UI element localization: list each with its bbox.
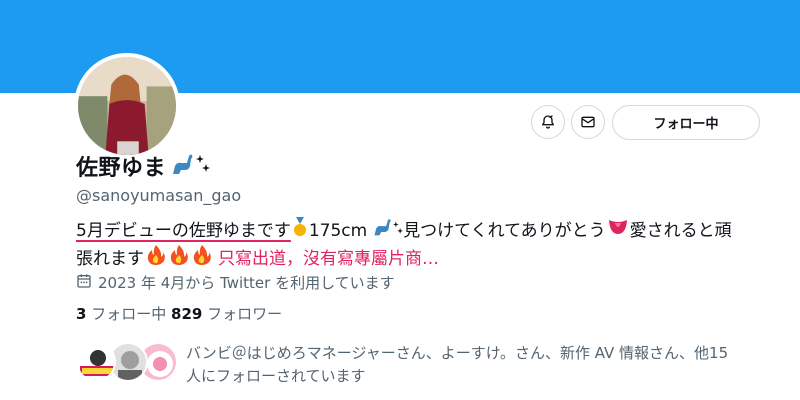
- profile-handle: @sanoyumasan_gao: [76, 186, 242, 205]
- profile-avatar[interactable]: [74, 53, 180, 159]
- fire-emoji: [146, 244, 166, 273]
- joined-date: 2023 年 4月から Twitter を利用しています: [76, 272, 395, 293]
- avatar-photo: [78, 57, 176, 155]
- display-name: 佐野ゆま: [76, 156, 167, 181]
- followers-count: 829: [171, 305, 203, 323]
- fire-emoji: [169, 244, 189, 273]
- profile-stats: 3 フォロー中 829 フォロワー: [76, 303, 282, 324]
- following-label: フォロー中: [91, 305, 167, 323]
- mail-icon: [581, 116, 595, 128]
- bio-debut-text: 5月デビューの佐野ゆまです: [76, 220, 291, 241]
- following-link[interactable]: 3 フォロー中: [76, 305, 166, 323]
- notify-bell-icon: [542, 115, 554, 129]
- profile-bio: 5月デビューの佐野ゆまです 175cm 見つけてくれてありがとう 愛されると頑 …: [76, 217, 776, 273]
- message-button[interactable]: [571, 105, 605, 139]
- joined-text: 2023 年 4月から Twitter を利用しています: [98, 274, 395, 292]
- bio-thanks: 見つけてくれてありがとう: [403, 220, 606, 241]
- fire-emoji: [192, 244, 212, 273]
- follower-avatars: [76, 340, 180, 388]
- bio-height: 175cm: [308, 220, 368, 241]
- calendar-icon: [76, 273, 92, 293]
- followers-you-know-line2: 人にフォローされています: [186, 367, 366, 385]
- sparkle-emoji: [393, 219, 404, 243]
- notify-button[interactable]: [531, 105, 565, 139]
- dinosaur-emoji: [169, 152, 195, 180]
- followers-you-know-text: バンビ＠はじめろマネージャーさん、よーすけ。さん、新作 AV 情報さん、他15 …: [186, 342, 728, 388]
- followers-you-know-line1: バンビ＠はじめろマネージャーさん、よーすけ。さん、新作 AV 情報さん、他15: [186, 344, 729, 362]
- followers-link[interactable]: 829 フォロワー: [171, 305, 282, 323]
- name-row: 佐野ゆま: [76, 150, 211, 182]
- follower-avatar-bambi: [76, 342, 116, 382]
- followers-you-know[interactable]: バンビ＠はじめろマネージャーさん、よーすけ。さん、新作 AV 情報さん、他15 …: [76, 340, 776, 388]
- medal-emoji: [293, 217, 307, 244]
- dinosaur-emoji: [371, 217, 393, 244]
- bio-translated-note: 只寫出道，沒有寫專屬片商…: [218, 248, 439, 269]
- bio-loved: 愛されると頑: [629, 220, 732, 241]
- tongue-emoji: [608, 218, 628, 243]
- bio-try-hard: 張れます: [76, 248, 144, 269]
- followers-label: フォロワー: [207, 305, 283, 323]
- following-button[interactable]: フォロー中: [612, 105, 760, 140]
- following-count: 3: [76, 305, 87, 323]
- sparkle-emoji: [196, 154, 211, 178]
